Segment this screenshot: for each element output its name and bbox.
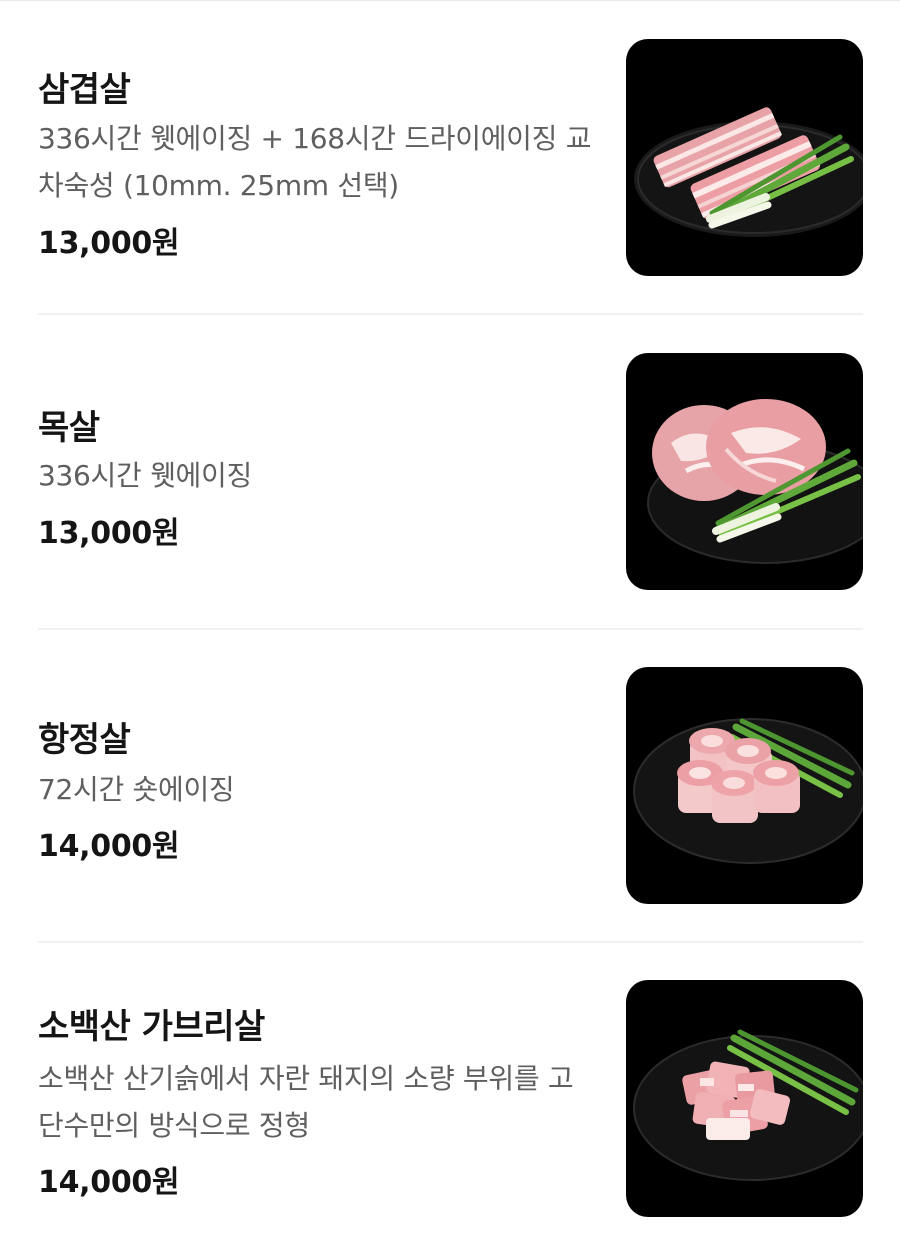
menu-item-price: 14,000원 <box>38 829 180 864</box>
pork-loin-cap-image <box>633 1029 863 1181</box>
pork-belly-image <box>634 107 863 237</box>
menu-item-name: 소백산 가브리살 <box>38 1007 265 1047</box>
menu-item-price: 13,000원 <box>38 516 180 551</box>
menu-item-moksal[interactable]: 목살 336시간 웻에이징 13,000원 <box>0 315 900 628</box>
pork-neck-photo[interactable] <box>626 353 863 590</box>
menu-item-description: 336시간 웻에이징 <box>38 459 252 492</box>
pork-neck-image <box>647 399 863 564</box>
menu-item-samgyeopsal[interactable]: 삼겹살 336시간 웻에이징 + 168시간 드라이에이징 교차숙성 (10mm… <box>0 0 900 314</box>
menu-item-name: 목살 <box>38 408 100 448</box>
menu-item-gabrisal[interactable]: 소백산 가브리살 소백산 산기슭에서 자란 돼지의 소량 부위를 고단수만의 방… <box>0 943 900 1237</box>
menu-item-description: 72시간 숏에이징 <box>38 773 235 806</box>
menu-item-hangjeongsal[interactable]: 항정살 72시간 숏에이징 14,000원 <box>0 630 900 941</box>
menu-item-price: 13,000원 <box>38 226 180 261</box>
pork-loin-cap-photo[interactable] <box>626 980 863 1217</box>
menu-item-price: 14,000원 <box>38 1165 180 1200</box>
menu-item-name: 삼겹살 <box>38 70 131 110</box>
menu-item-description: 336시간 웻에이징 + 168시간 드라이에이징 교차숙성 (10mm. 25… <box>38 122 592 202</box>
pork-jowl-photo[interactable] <box>626 667 863 904</box>
menu-item-name: 항정살 <box>38 720 131 760</box>
pork-jowl-image <box>633 718 863 864</box>
pork-belly-photo[interactable] <box>626 39 863 276</box>
menu-item-description: 소백산 산기슭에서 자란 돼지의 소량 부위를 고단수만의 방식으로 정형 <box>38 1062 574 1142</box>
